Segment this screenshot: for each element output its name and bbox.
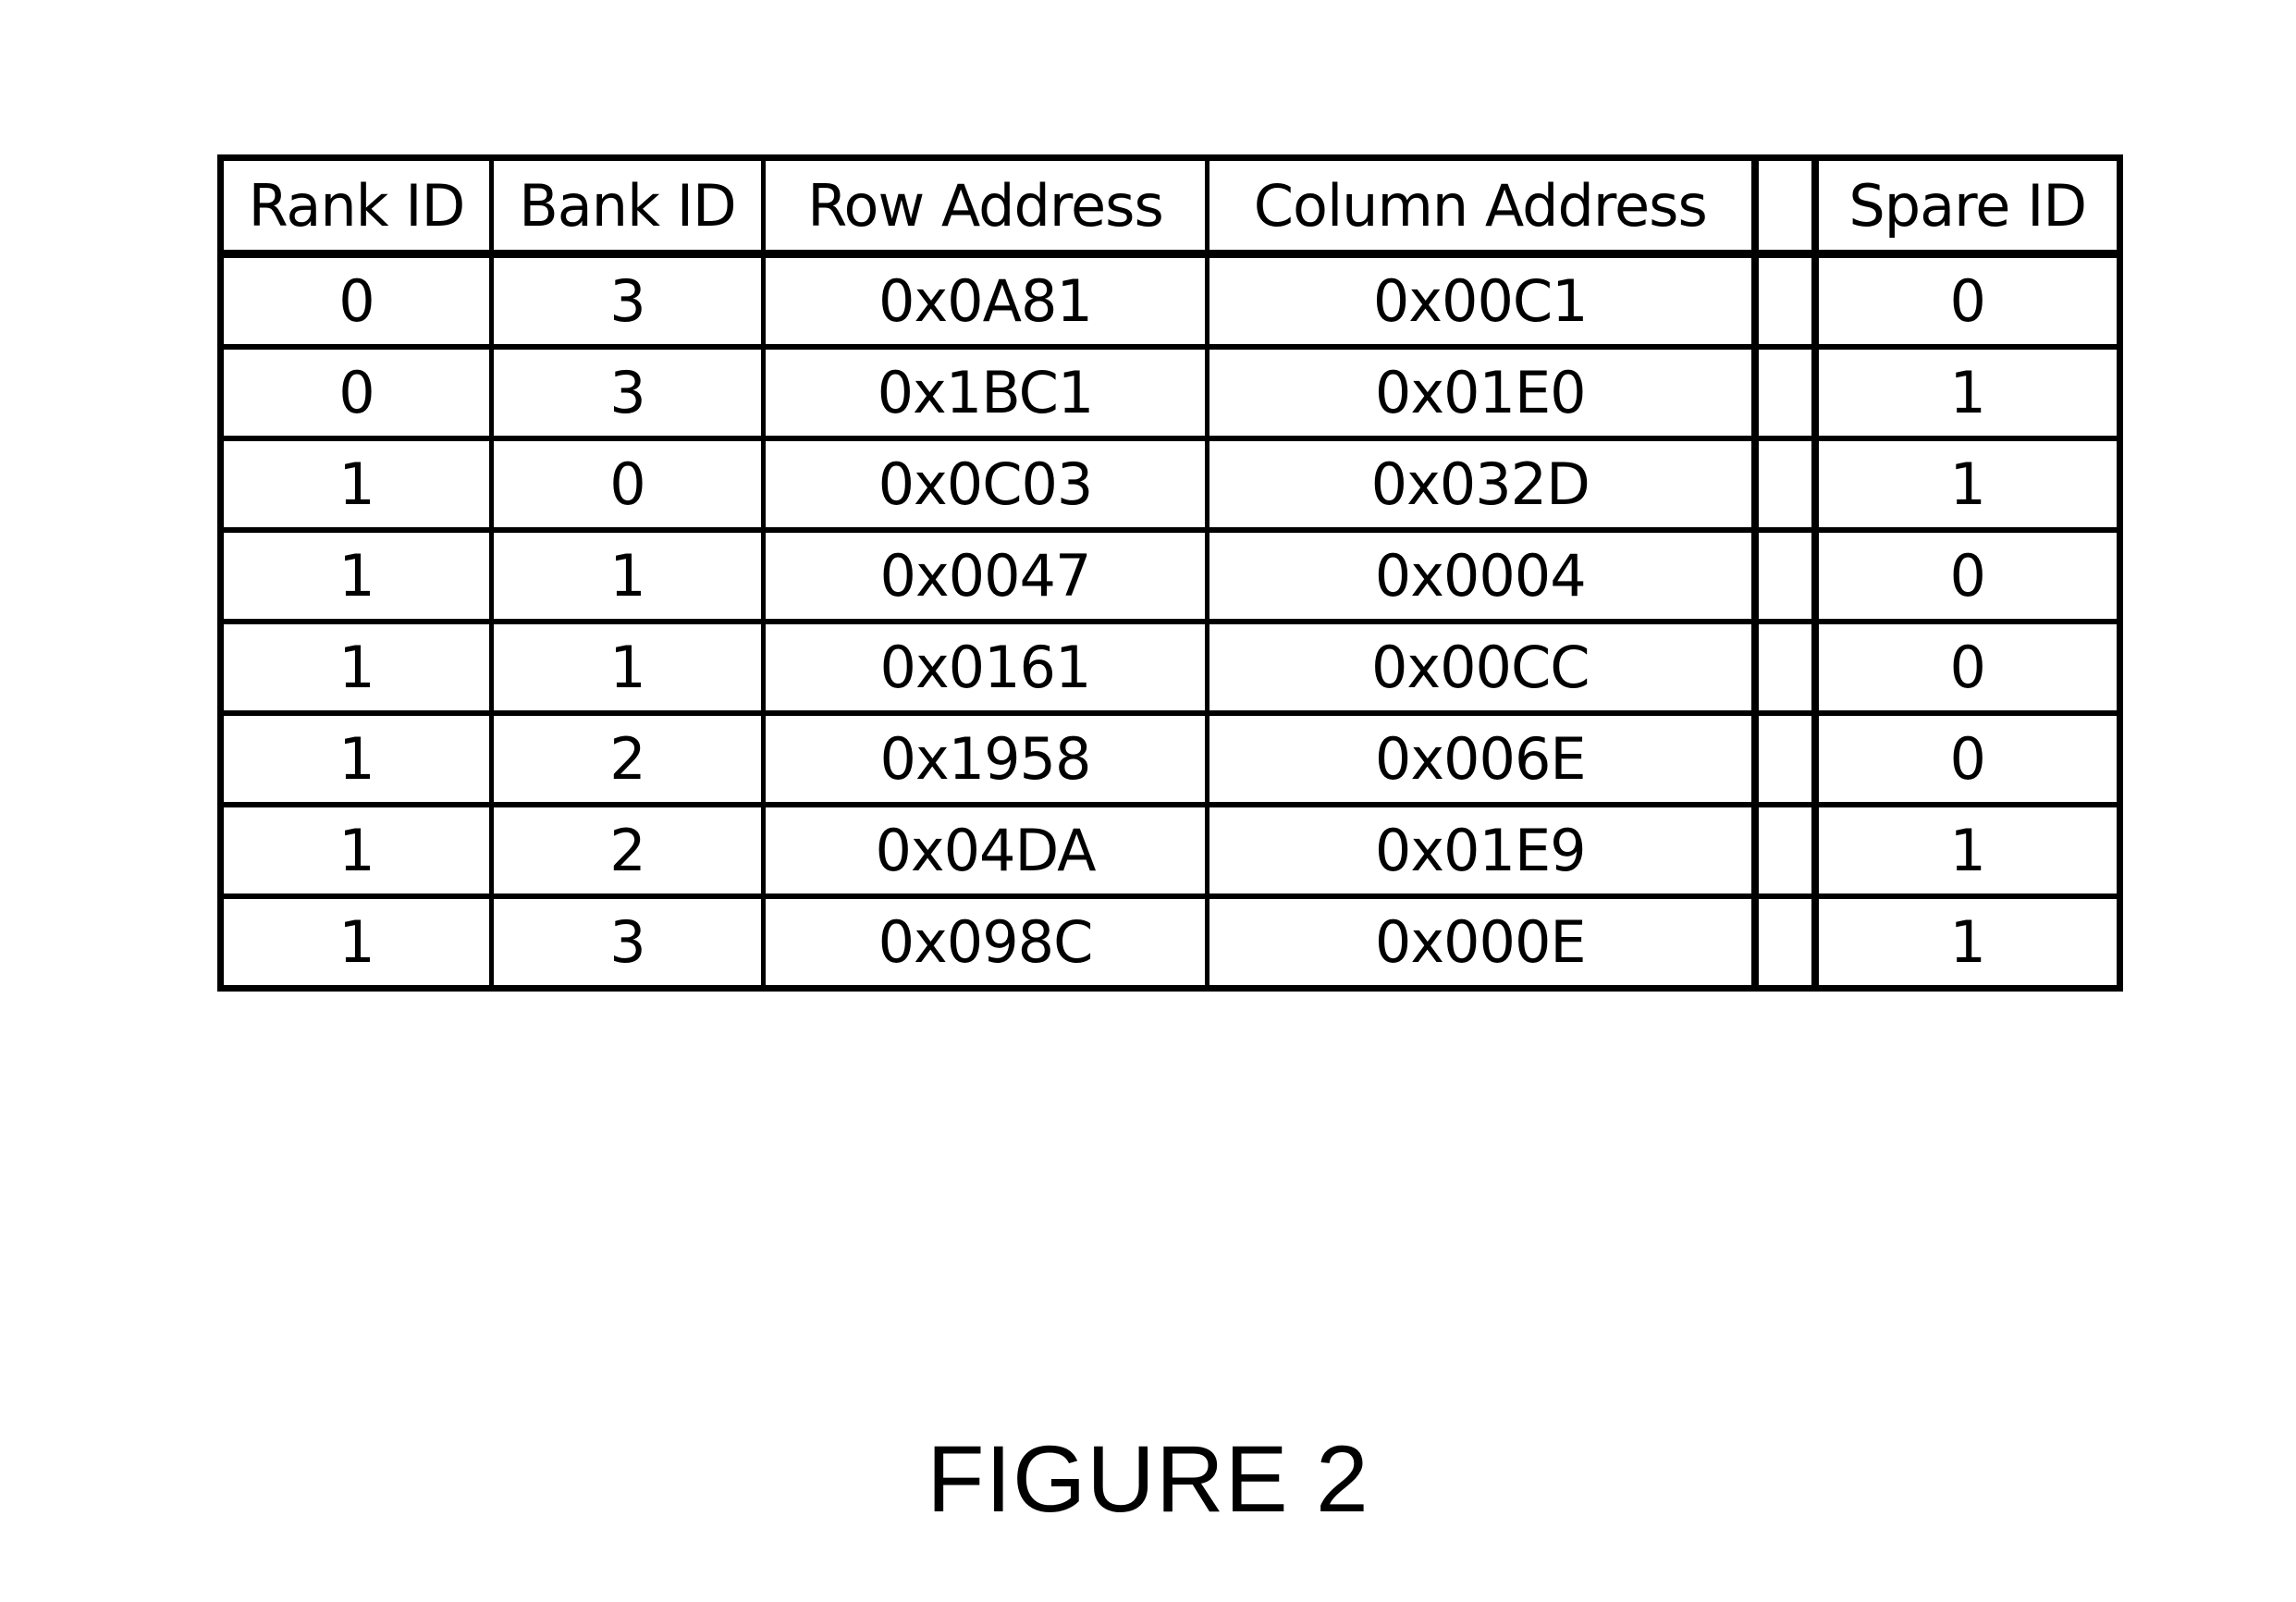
table-row: 1 2 0x1958 0x006E 0 [218,710,2122,807]
table-row: 1 1 0x0161 0x00CC 0 [218,619,2122,716]
cell-row-address: 0x0C03 [761,436,1209,533]
cell-spare-id: 0 [1812,527,2122,624]
header-rank-id: Rank ID [218,155,494,258]
cell-row-address: 0x1958 [761,710,1209,807]
cell-spare-id: 0 [1812,619,2122,716]
header-spare-id: Spare ID [1812,155,2122,258]
cell-gap [1750,436,1819,533]
cell-gap [1750,710,1819,807]
header-row: Rank ID Bank ID Row Address Column Addre… [218,155,2122,258]
cell-rank-id: 0 [218,252,494,350]
cell-spare-id: 0 [1812,252,2122,350]
cell-gap [1750,344,1819,441]
cell-spare-id: 1 [1812,893,2122,992]
cell-rank-id: 0 [218,344,494,441]
table-row: 0 3 0x1BC1 0x01E0 1 [218,344,2122,441]
cell-column-address: 0x006E [1205,710,1757,807]
cell-row-address: 0x0A81 [761,252,1209,350]
cell-spare-id: 0 [1812,710,2122,807]
cell-column-address: 0x032D [1205,436,1757,533]
cell-gap [1750,527,1819,624]
cell-rank-id: 1 [218,436,494,533]
cell-row-address: 0x098C [761,893,1209,992]
cell-rank-id: 1 [218,619,494,716]
cell-gap [1750,893,1819,992]
cell-column-address: 0x0004 [1205,527,1757,624]
cell-spare-id: 1 [1812,436,2122,533]
header-gap [1750,155,1819,258]
cell-row-address: 0x1BC1 [761,344,1209,441]
cell-row-address: 0x0161 [761,619,1209,716]
cell-bank-id: 3 [489,893,766,992]
cell-spare-id: 1 [1812,344,2122,441]
cell-rank-id: 1 [218,893,494,992]
cell-column-address: 0x01E0 [1205,344,1757,441]
table-row: 1 0 0x0C03 0x032D 1 [218,436,2122,533]
header-row-address: Row Address [761,155,1209,258]
table-row: 1 1 0x0047 0x0004 0 [218,527,2122,624]
cell-gap [1750,252,1819,350]
cell-spare-id: 1 [1812,802,2122,899]
cell-gap [1750,802,1819,899]
cell-row-address: 0x0047 [761,527,1209,624]
cell-column-address: 0x01E9 [1205,802,1757,899]
cell-bank-id: 2 [489,802,766,899]
cell-column-address: 0x00CC [1205,619,1757,716]
memory-address-table: Rank ID Bank ID Row Address Column Addre… [217,154,2123,992]
table-row: 1 2 0x04DA 0x01E9 1 [218,802,2122,899]
table-row: 0 3 0x0A81 0x00C1 0 [218,252,2122,350]
figure-caption: FIGURE 2 [927,1426,1369,1532]
cell-bank-id: 3 [489,344,766,441]
table-row: 1 3 0x098C 0x000E 1 [218,893,2122,992]
cell-rank-id: 1 [218,527,494,624]
cell-column-address: 0x00C1 [1205,252,1757,350]
header-bank-id: Bank ID [489,155,766,258]
cell-bank-id: 3 [489,252,766,350]
cell-bank-id: 1 [489,527,766,624]
cell-rank-id: 1 [218,710,494,807]
cell-bank-id: 0 [489,436,766,533]
header-column-address: Column Address [1205,155,1757,258]
cell-bank-id: 2 [489,710,766,807]
cell-column-address: 0x000E [1205,893,1757,992]
cell-row-address: 0x04DA [761,802,1209,899]
cell-bank-id: 1 [489,619,766,716]
cell-rank-id: 1 [218,802,494,899]
cell-gap [1750,619,1819,716]
